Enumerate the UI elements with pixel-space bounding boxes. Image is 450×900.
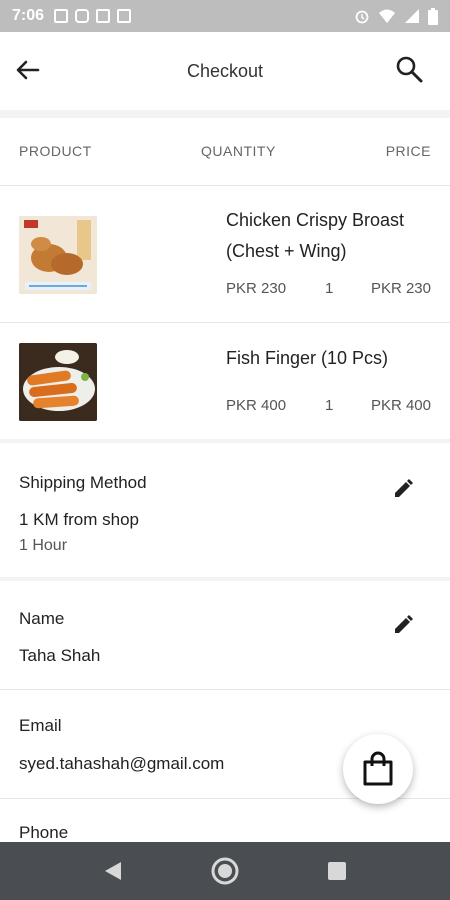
header-price: PRICE: [385, 143, 431, 159]
shipping-label: Shipping Method: [19, 473, 147, 492]
email-value: syed.tahashah@gmail.com: [19, 754, 225, 773]
nav-recents-icon[interactable]: [327, 861, 347, 881]
status-bar: 7:06: [0, 0, 450, 32]
wifi-icon: [379, 9, 395, 23]
signal-icon: [405, 9, 419, 23]
cart-button[interactable]: [343, 734, 413, 804]
search-icon[interactable]: [394, 54, 424, 84]
name-label: Name: [19, 609, 65, 628]
product-name: Chicken Crispy Broast (Chest + Wing): [226, 210, 405, 261]
news-icon: [117, 9, 132, 23]
product-unit-price: PKR 400: [226, 397, 287, 414]
edit-shipping-icon[interactable]: [392, 478, 414, 500]
header-quantity: QUANTITY: [201, 143, 276, 159]
table-header: PRODUCT QUANTITY PRICE: [0, 118, 450, 184]
divider: [0, 577, 450, 581]
shopping-bag-icon: [363, 751, 393, 786]
divider: [0, 689, 450, 690]
product-total: PKR 400: [370, 397, 431, 414]
gmail-icon: [96, 9, 111, 23]
nav-back-icon[interactable]: [103, 860, 123, 882]
edit-name-icon[interactable]: [392, 614, 414, 636]
system-icons: [354, 7, 438, 25]
email-label: Email: [19, 716, 62, 735]
image-notification-icon: [54, 9, 69, 23]
product-name: Fish Finger (10 Pcs): [226, 348, 389, 368]
header-product: PRODUCT: [19, 143, 92, 159]
divider: [0, 110, 450, 118]
instagram-icon: [75, 9, 90, 23]
list-item-product[interactable]: Chicken Crispy Broast (Chest + Wing) PKR…: [0, 186, 450, 322]
arrow-left-icon[interactable]: [14, 56, 42, 84]
product-image-fish-finger: [19, 343, 97, 421]
notification-icons: [54, 9, 132, 23]
app-bar: Checkout: [0, 32, 450, 110]
list-item-product[interactable]: Fish Finger (10 Pcs) PKR 400 1 PKR 400: [0, 323, 450, 439]
product-quantity: 1: [325, 280, 334, 297]
name-value: Taha Shah: [19, 646, 101, 665]
phone-label: Phone: [19, 823, 69, 842]
page-title: Checkout: [186, 60, 264, 81]
nav-home-icon[interactable]: [210, 856, 240, 886]
product-image-chicken-broast: [19, 216, 97, 294]
battery-icon: [428, 7, 438, 25]
product-total: PKR 230: [370, 280, 431, 297]
system-nav-bar: [0, 842, 450, 900]
product-unit-price: PKR 230: [226, 280, 287, 297]
alarm-icon: [355, 10, 369, 24]
product-quantity: 1: [325, 397, 334, 414]
divider: [0, 439, 450, 443]
shipping-value: 1 KM from shop: [19, 510, 139, 529]
shipping-eta: 1 Hour: [19, 537, 68, 554]
status-time: 7:06: [12, 7, 45, 24]
